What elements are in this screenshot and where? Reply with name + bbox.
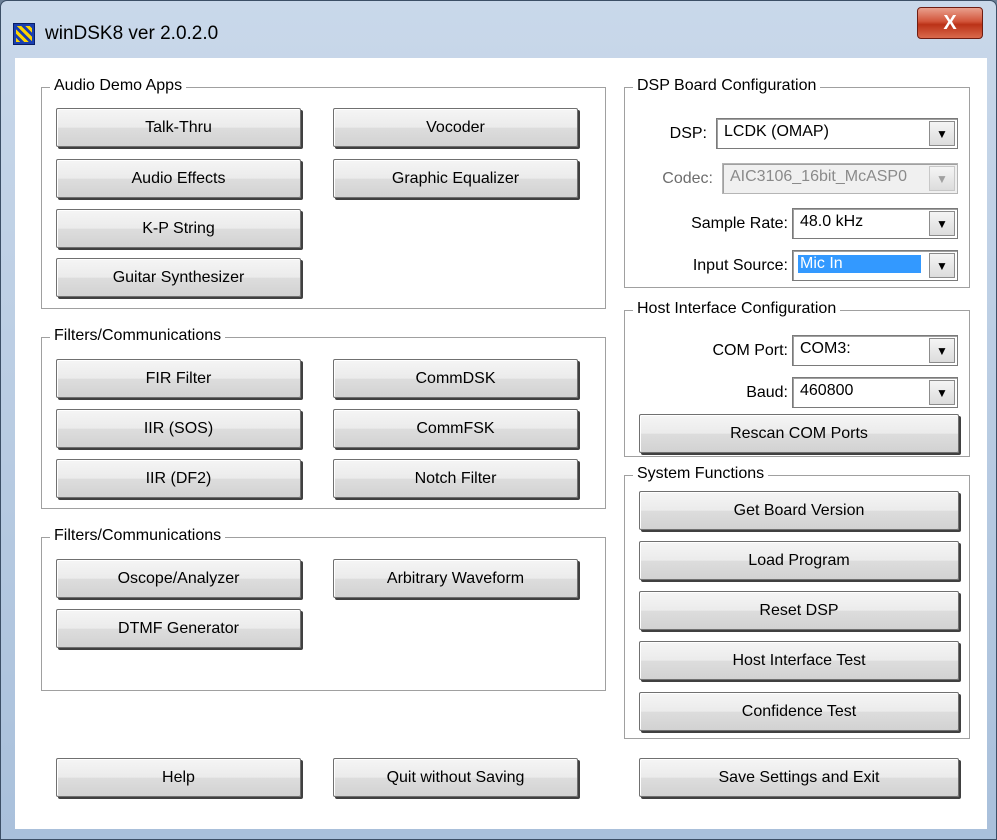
graphic-equalizer-button[interactable]: Graphic Equalizer [333,159,578,198]
audio-effects-button[interactable]: Audio Effects [56,159,301,198]
dropdown-arrow-icon[interactable]: ▼ [929,253,955,278]
dsp-value: LCDK (OMAP) [724,123,829,140]
dsp-select[interactable]: LCDK (OMAP) ▼ [716,118,958,149]
sample-rate-value: 48.0 kHz [800,213,864,230]
sample-rate-select[interactable]: 48.0 kHz ▼ [792,208,958,239]
com-port-value: COM3: [800,340,851,357]
dropdown-arrow-icon[interactable]: ▼ [929,338,955,363]
audio-demo-title: Audio Demo Apps [50,77,187,95]
kp-string-button[interactable]: K-P String [56,209,301,248]
commfsk-button[interactable]: CommFSK [333,409,578,448]
input-source-value: Mic In [798,255,921,273]
codec-value: AIC3106_16bit_McASP0 [730,168,907,185]
filters-title: Filters/Communications [50,327,226,345]
rescan-com-ports-button[interactable]: Rescan COM Ports [639,414,959,453]
baud-select[interactable]: 460800 ▼ [792,377,958,408]
load-program-button[interactable]: Load Program [639,541,959,580]
close-button[interactable]: X [917,7,983,39]
host-config-title: Host Interface Configuration [633,300,841,318]
dsp-label: DSP: [669,125,707,142]
generators-title: Filters/Communications [50,527,226,545]
guitar-synthesizer-button[interactable]: Guitar Synthesizer [56,258,301,297]
app-window: winDSK8 ver 2.0.2.0 X Audio Demo Apps Ta… [0,0,997,840]
codec-select: AIC3106_16bit_McASP0 ▼ [722,163,958,194]
fir-filter-button[interactable]: FIR Filter [56,359,301,398]
dialog-client: Audio Demo Apps Talk-Thru Vocoder Audio … [15,58,987,829]
arbitrary-waveform-button[interactable]: Arbitrary Waveform [333,559,578,598]
baud-value: 460800 [800,382,854,399]
vocoder-button[interactable]: Vocoder [333,108,578,147]
help-button[interactable]: Help [56,758,301,797]
dropdown-arrow-icon[interactable]: ▼ [929,211,955,236]
dtmf-generator-button[interactable]: DTMF Generator [56,609,301,648]
dropdown-arrow-icon: ▼ [929,166,955,191]
codec-label: Codec: [662,170,713,187]
system-functions-title: System Functions [633,465,769,483]
dropdown-arrow-icon[interactable]: ▼ [929,121,955,146]
iir-sos-button[interactable]: IIR (SOS) [56,409,301,448]
com-port-label: COM Port: [712,342,788,359]
oscope-analyzer-button[interactable]: Oscope/Analyzer [56,559,301,598]
input-source-select[interactable]: Mic In ▼ [792,250,958,281]
save-settings-exit-button[interactable]: Save Settings and Exit [639,758,959,797]
quit-without-saving-button[interactable]: Quit without Saving [333,758,578,797]
commdsk-button[interactable]: CommDSK [333,359,578,398]
baud-label: Baud: [746,384,788,401]
sample-rate-label: Sample Rate: [691,215,788,232]
window-title: winDSK8 ver 2.0.2.0 [45,23,219,44]
reset-dsp-button[interactable]: Reset DSP [639,591,959,630]
host-interface-test-button[interactable]: Host Interface Test [639,641,959,680]
dropdown-arrow-icon[interactable]: ▼ [929,380,955,405]
get-board-version-button[interactable]: Get Board Version [639,491,959,530]
confidence-test-button[interactable]: Confidence Test [639,692,959,731]
input-source-label: Input Source: [692,257,788,274]
com-port-select[interactable]: COM3: ▼ [792,335,958,366]
dsp-config-title: DSP Board Configuration [633,77,821,95]
app-icon [13,23,35,45]
talk-thru-button[interactable]: Talk-Thru [56,108,301,147]
title-bar[interactable]: winDSK8 ver 2.0.2.0 X [1,1,996,57]
notch-filter-button[interactable]: Notch Filter [333,459,578,498]
iir-df2-button[interactable]: IIR (DF2) [56,459,301,498]
